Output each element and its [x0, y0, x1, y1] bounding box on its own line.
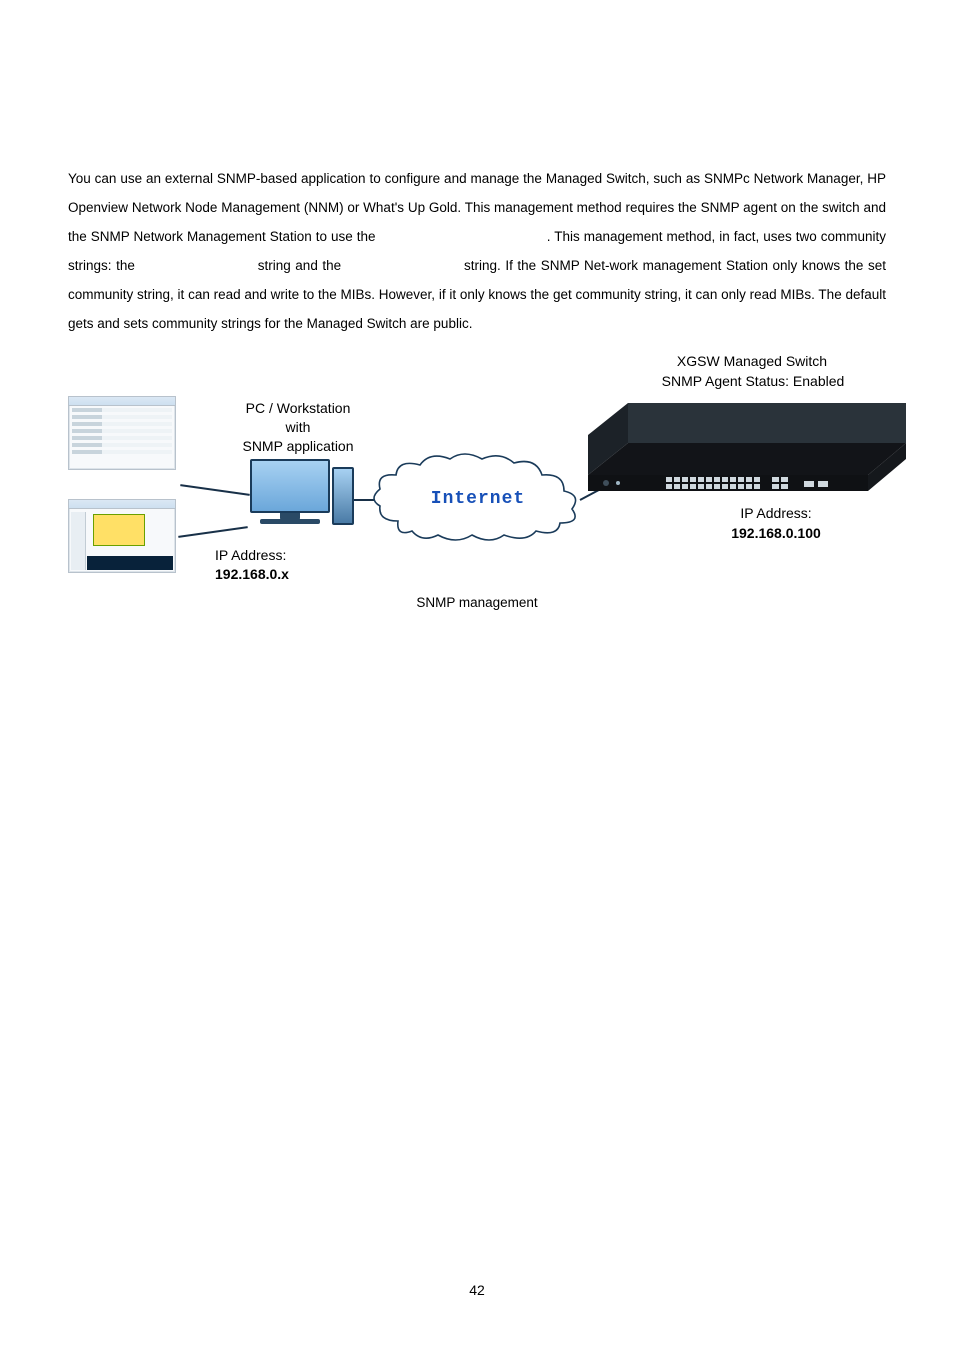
switch-title: XGSW Managed Switch [636, 353, 868, 369]
pc-workstation-label: PC / Workstation with SNMP application [198, 399, 398, 456]
pc-line-1: PC / Workstation [246, 400, 351, 416]
ip-label: IP Address: [215, 547, 286, 563]
snmp-app-screenshot-icon [68, 396, 176, 470]
switch-ip-address: IP Address: 192.168.0.100 [676, 503, 876, 543]
figure-caption: SNMP management [68, 595, 886, 610]
pc-workstation-icon [244, 459, 354, 541]
page-number: 42 [0, 1282, 954, 1298]
switch-status: SNMP Agent Status: Enabled [598, 373, 908, 389]
pc-line-3: SNMP application [242, 438, 353, 454]
ip-value: 192.168.0.100 [731, 525, 821, 541]
snmp-app-screenshot-icon [68, 499, 176, 573]
ip-label: IP Address: [740, 505, 811, 521]
connector-line-icon [180, 484, 250, 496]
pc-line-2: with [286, 419, 311, 435]
body-paragraph: You can use an external SNMP-based appli… [68, 164, 886, 338]
page: You can use an external SNMP-based appli… [0, 0, 954, 1350]
figure-snmp-topology: XGSW Managed Switch SNMP Agent Status: E… [68, 351, 886, 591]
connector-line-icon [178, 526, 248, 538]
managed-switch-icon [548, 391, 908, 511]
pc-ip-address: IP Address: 192.168.0.x [215, 546, 289, 584]
ip-value: 192.168.0.x [215, 566, 289, 582]
